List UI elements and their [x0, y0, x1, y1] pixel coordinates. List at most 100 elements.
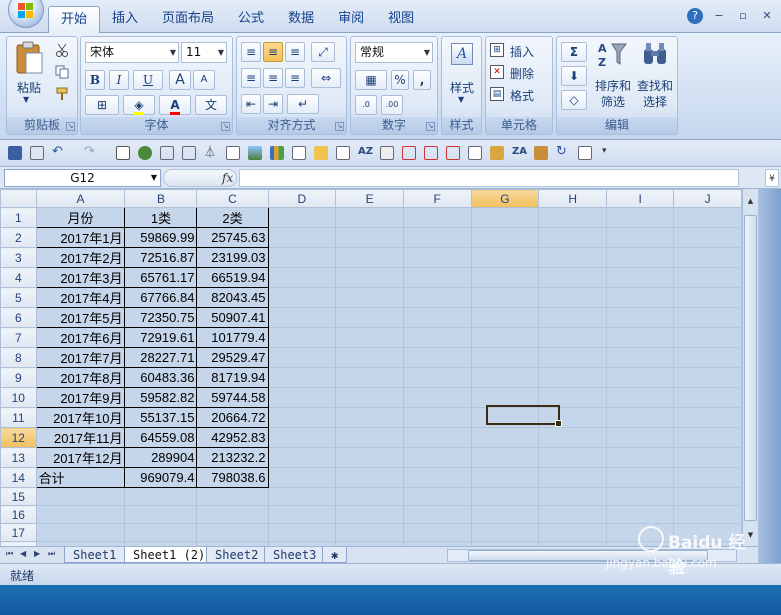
sheet-tab[interactable]: Sheet1: [64, 547, 126, 563]
cell[interactable]: [335, 487, 404, 506]
cell[interactable]: [538, 523, 608, 542]
cell[interactable]: 2017年11月: [35, 427, 126, 448]
cell[interactable]: [538, 287, 608, 308]
cell[interactable]: [335, 247, 404, 268]
cell[interactable]: 67766.84: [124, 287, 198, 308]
filter-icon[interactable]: ⏃: [204, 146, 218, 160]
cell[interactable]: [471, 505, 540, 524]
cell[interactable]: [673, 407, 742, 428]
font-color-button[interactable]: A: [159, 95, 191, 115]
cell[interactable]: [538, 505, 608, 524]
borders-icon[interactable]: [116, 146, 130, 160]
cell[interactable]: [471, 367, 540, 388]
clear-button[interactable]: ◇: [561, 90, 587, 110]
align-middle-button[interactable]: ≡: [263, 42, 283, 62]
insert-row-icon[interactable]: [402, 146, 416, 160]
cell[interactable]: [673, 447, 742, 468]
dialog-launcher-icon[interactable]: ↘: [66, 122, 75, 131]
cell[interactable]: [606, 367, 675, 388]
font-size-combo[interactable]: 11 ▼: [181, 42, 227, 63]
cell[interactable]: 55137.15: [124, 407, 198, 428]
cell[interactable]: [606, 347, 675, 368]
cell[interactable]: [335, 467, 404, 488]
cell[interactable]: [403, 387, 472, 408]
clipboard-icon[interactable]: [534, 146, 548, 160]
cell[interactable]: [471, 347, 540, 368]
cell[interactable]: [606, 327, 675, 348]
sort-filter-button[interactable]: A Z 排序和筛选: [593, 40, 633, 114]
cell[interactable]: [471, 327, 540, 348]
cell[interactable]: [673, 207, 742, 228]
cell[interactable]: [36, 505, 126, 524]
cell[interactable]: [471, 307, 540, 328]
cell[interactable]: 28227.71: [124, 347, 198, 368]
accounting-format-button[interactable]: ▦: [355, 70, 387, 90]
cell[interactable]: 59869.99: [124, 227, 198, 248]
paste-special-icon[interactable]: [490, 146, 504, 160]
cell[interactable]: 2017年10月: [35, 407, 126, 428]
phonetic-button[interactable]: 文: [195, 95, 227, 115]
first-sheet-icon[interactable]: ⏮: [6, 549, 13, 559]
insert-function-icon[interactable]: fx: [222, 171, 233, 185]
cell[interactable]: 65761.17: [124, 267, 198, 288]
cell[interactable]: [606, 227, 675, 248]
cell[interactable]: [538, 427, 608, 448]
tool-icon[interactable]: [182, 146, 196, 160]
column-header[interactable]: C: [196, 189, 269, 208]
bold-button[interactable]: B: [85, 70, 105, 90]
last-sheet-icon[interactable]: ⏭: [48, 549, 55, 559]
cell[interactable]: 59582.82: [124, 387, 198, 408]
row-header[interactable]: 9: [0, 367, 37, 388]
undo-icon[interactable]: ↶: [52, 145, 66, 160]
align-left-button[interactable]: ≡: [241, 68, 261, 88]
cell[interactable]: 29529.47: [196, 347, 269, 368]
cell[interactable]: 23199.03: [196, 247, 269, 268]
row-header[interactable]: 5: [0, 287, 37, 308]
row-header[interactable]: 2: [0, 227, 37, 248]
row-header[interactable]: 11: [0, 407, 37, 428]
dialog-launcher-icon[interactable]: ↘: [221, 122, 230, 131]
insert-cells-button[interactable]: ⊞ 插入: [490, 41, 550, 61]
cell[interactable]: [268, 207, 337, 228]
cell[interactable]: [606, 407, 675, 428]
cell[interactable]: [673, 427, 742, 448]
chart-icon[interactable]: [138, 146, 152, 160]
cell[interactable]: 2017年2月: [35, 247, 126, 268]
cell[interactable]: [36, 487, 126, 506]
cell[interactable]: [268, 347, 337, 368]
row-header[interactable]: 4: [0, 267, 37, 288]
cell[interactable]: [673, 467, 742, 488]
cell[interactable]: [124, 487, 198, 506]
cell[interactable]: [268, 267, 337, 288]
prev-sheet-icon[interactable]: ◀: [20, 549, 26, 558]
cell[interactable]: [471, 427, 540, 448]
cell[interactable]: 82043.45: [196, 287, 269, 308]
tool-icon[interactable]: [160, 146, 174, 160]
row-header[interactable]: 1: [0, 207, 37, 228]
chart-icon[interactable]: [270, 146, 284, 160]
cell[interactable]: [471, 287, 540, 308]
cell[interactable]: [606, 427, 675, 448]
cell[interactable]: [538, 447, 608, 468]
cell[interactable]: [268, 427, 337, 448]
ribbon-tab[interactable]: 视图: [376, 6, 426, 33]
cell[interactable]: 72919.61: [124, 327, 198, 348]
name-box[interactable]: G12 ▼: [4, 169, 161, 187]
cell[interactable]: [403, 505, 472, 524]
cell[interactable]: 2017年7月: [35, 347, 126, 368]
column-header[interactable]: H: [538, 189, 608, 208]
cell[interactable]: 64559.08: [124, 427, 198, 448]
cell[interactable]: [36, 523, 126, 542]
refresh-icon[interactable]: ↻: [556, 145, 570, 160]
cell[interactable]: [538, 207, 608, 228]
column-header[interactable]: A: [35, 189, 126, 208]
increase-indent-button[interactable]: ⇥: [263, 94, 283, 114]
cell[interactable]: [335, 447, 404, 468]
folder-icon[interactable]: [314, 146, 328, 160]
cell[interactable]: [606, 287, 675, 308]
ribbon-tab[interactable]: 插入: [100, 6, 150, 33]
table-icon[interactable]: [336, 146, 350, 160]
cell[interactable]: [471, 227, 540, 248]
calculator-icon[interactable]: [380, 146, 394, 160]
cell[interactable]: [268, 407, 337, 428]
